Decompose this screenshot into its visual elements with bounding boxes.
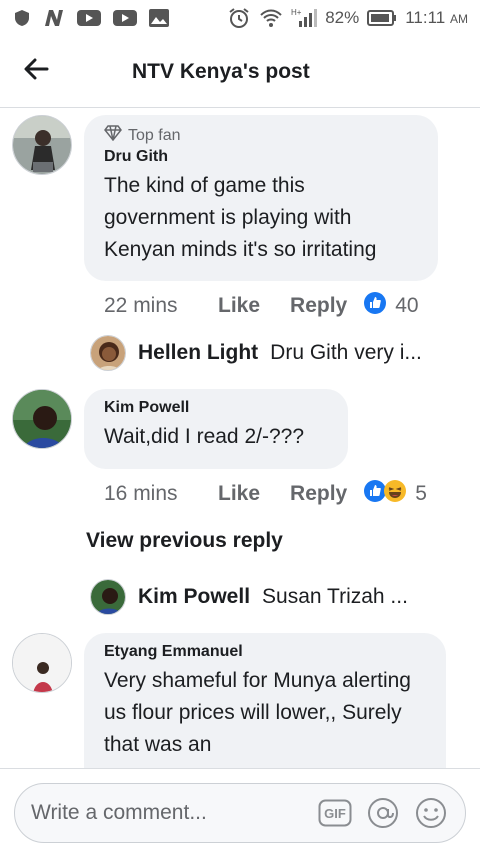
alarm-icon [227, 6, 251, 30]
comment-bubble[interactable]: Etyang Emmanuel Very shameful for Munya … [84, 633, 446, 769]
status-time: 11:11 AM [405, 8, 468, 28]
comment-time: 16 mins [104, 482, 178, 505]
youtube-icon [112, 8, 138, 28]
diamond-icon [104, 125, 122, 146]
status-right: H+ 82% 11:11 AM [227, 6, 468, 30]
view-previous-reply[interactable]: View previous reply [86, 529, 283, 553]
top-fan-label: Top fan [128, 126, 181, 144]
image-icon [148, 8, 170, 28]
emoji-icon[interactable] [411, 793, 451, 833]
like-button[interactable]: Like [218, 482, 260, 506]
reply-preview[interactable]: Hellen Light Dru Gith very i... [90, 335, 422, 371]
like-button[interactable]: Like [218, 294, 260, 318]
back-button[interactable] [0, 36, 72, 108]
svg-text:H+: H+ [291, 8, 302, 17]
status-left [12, 8, 170, 28]
reply-button[interactable]: Reply [290, 482, 347, 506]
time-value: 11:11 [405, 8, 446, 27]
comment-author[interactable]: Etyang Emmanuel [104, 643, 426, 661]
comment-author[interactable]: Kim Powell [104, 399, 328, 417]
reply-author: Hellen Light [138, 341, 259, 364]
youtube-icon [76, 8, 102, 28]
page-title: NTV Kenya's post [132, 59, 310, 83]
at-mention-icon[interactable] [363, 793, 403, 833]
reply-button[interactable]: Reply [290, 294, 347, 318]
avatar [90, 579, 126, 615]
comment-text: Wait,did I read 2/-??? [104, 425, 304, 448]
comment-actions: 16 mins Like Reply 5 [104, 479, 427, 509]
wifi-icon [259, 7, 283, 29]
reply-text: Dru Gith very i... [270, 341, 422, 364]
reply-preview[interactable]: Kim Powell Susan Trizah ... [90, 579, 408, 615]
comment-input[interactable] [31, 801, 307, 825]
status-bar: H+ 82% 11:11 AM [0, 0, 480, 36]
gif-icon[interactable]: GIF [315, 793, 355, 833]
n-app-icon [42, 8, 66, 28]
comment-bubble[interactable]: Top fan Dru Gith The kind of game this g… [84, 115, 438, 281]
comment-author[interactable]: Dru Gith [104, 148, 418, 166]
reaction-count: 5 [415, 482, 427, 505]
battery-icon [367, 9, 397, 27]
comment-actions: 22 mins Like Reply 40 [104, 291, 419, 321]
comment-composer: GIF [14, 783, 466, 843]
battery-percent: 82% [325, 8, 360, 27]
reaction-count: 40 [395, 294, 419, 317]
arrow-left-icon [23, 58, 49, 85]
reply-text: Susan Trizah ... [262, 585, 408, 608]
comment-time: 22 mins [104, 294, 178, 317]
comment-bubble[interactable]: Kim Powell Wait,did I read 2/-??? [84, 389, 348, 469]
avatar[interactable] [12, 115, 72, 175]
reply-author: Kim Powell [138, 585, 251, 608]
comment-text: The kind of game this government is play… [104, 174, 377, 261]
svg-text:GIF: GIF [324, 806, 346, 821]
haha-icon [383, 479, 407, 509]
post-header: NTV Kenya's post [0, 36, 480, 108]
time-ampm: AM [450, 12, 468, 26]
avatar[interactable] [12, 389, 72, 449]
like-icon [363, 291, 387, 321]
reactions[interactable]: 40 [363, 291, 419, 321]
avatar [90, 335, 126, 371]
top-fan-badge: Top fan [104, 125, 418, 146]
shield-icon [12, 8, 32, 28]
avatar[interactable] [12, 633, 72, 693]
comment-text: Very shameful for Munya alerting us flou… [104, 669, 411, 756]
signal-icon: H+ [291, 7, 318, 29]
comment-composer-bar: GIF [0, 768, 480, 854]
reactions[interactable]: 5 [363, 479, 427, 509]
comments-list: Top fan Dru Gith The kind of game this g… [0, 109, 480, 769]
